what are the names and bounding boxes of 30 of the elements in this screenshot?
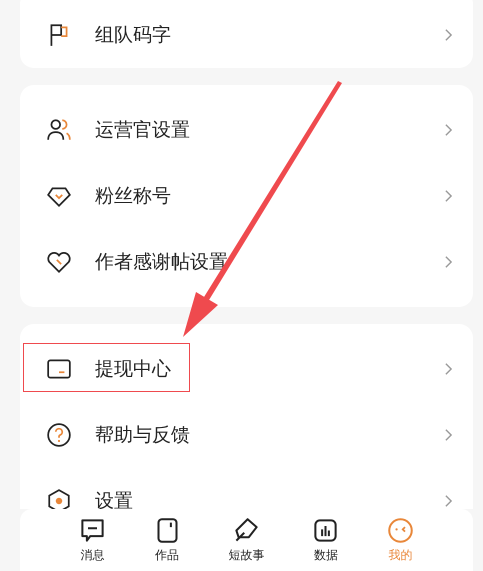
menu-item[interactable]: 帮助与反馈 xyxy=(20,402,473,468)
people-icon xyxy=(46,117,72,143)
menu-item[interactable]: 提现中心 xyxy=(20,336,473,402)
story-icon xyxy=(232,516,260,544)
chevron-icon xyxy=(444,28,453,42)
menu-item[interactable]: 设置 xyxy=(20,468,473,509)
menu-item[interactable]: 粉丝称号 xyxy=(20,163,473,229)
me-icon xyxy=(387,516,414,544)
tab[interactable]: 短故事 xyxy=(228,509,264,571)
help-icon xyxy=(46,422,72,448)
heart-icon xyxy=(46,249,72,275)
chevron-icon xyxy=(444,255,453,269)
menu-label: 运营官设置 xyxy=(95,118,191,143)
menu-label: 粉丝称号 xyxy=(95,184,172,209)
menu-item[interactable]: 运营官设置 xyxy=(20,97,473,163)
chevron-icon xyxy=(444,362,453,376)
menu-label: 帮助与反馈 xyxy=(95,423,191,448)
menu-label: 组队码字 xyxy=(95,23,172,48)
menu-item[interactable]: 组队码字 xyxy=(20,2,473,68)
message-icon xyxy=(78,516,106,544)
chevron-icon xyxy=(444,428,453,442)
chevron-icon xyxy=(444,494,453,508)
menu-label: 设置 xyxy=(95,489,134,509)
chevron-icon xyxy=(444,189,453,203)
tab[interactable]: 数据 xyxy=(312,509,340,571)
data-icon xyxy=(312,516,340,544)
tab[interactable]: 消息 xyxy=(78,509,106,571)
tab[interactable]: 作品 xyxy=(154,509,181,571)
menu-label: 提现中心 xyxy=(95,357,172,382)
chevron-icon xyxy=(444,123,453,137)
